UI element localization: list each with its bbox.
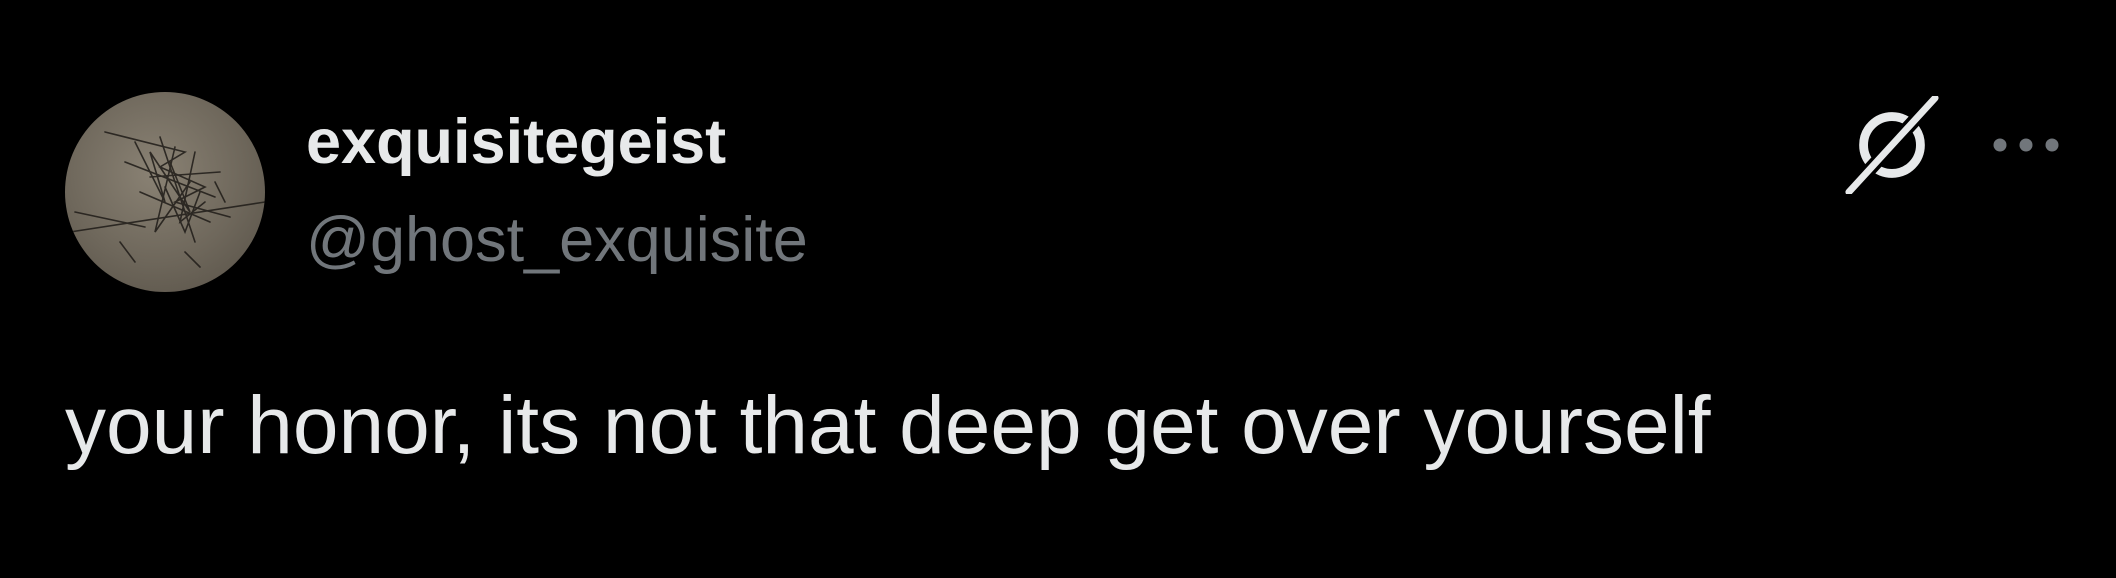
grok-button[interactable] — [1843, 93, 1941, 197]
author-display-name[interactable]: exquisitegeist — [306, 104, 726, 180]
author-handle[interactable]: @ghost_exquisite — [306, 202, 808, 278]
tweet-text: your honor, its not that deep get over y… — [65, 380, 1711, 471]
grok-icon — [1843, 93, 1941, 197]
tweet-card: exquisitegeist @ghost_exquisite your hon… — [0, 0, 2116, 578]
more-options-icon — [1993, 138, 2059, 152]
more-options-button[interactable] — [1986, 120, 2066, 170]
avatar-sketch-icon — [69, 131, 265, 268]
avatar[interactable] — [65, 92, 265, 292]
